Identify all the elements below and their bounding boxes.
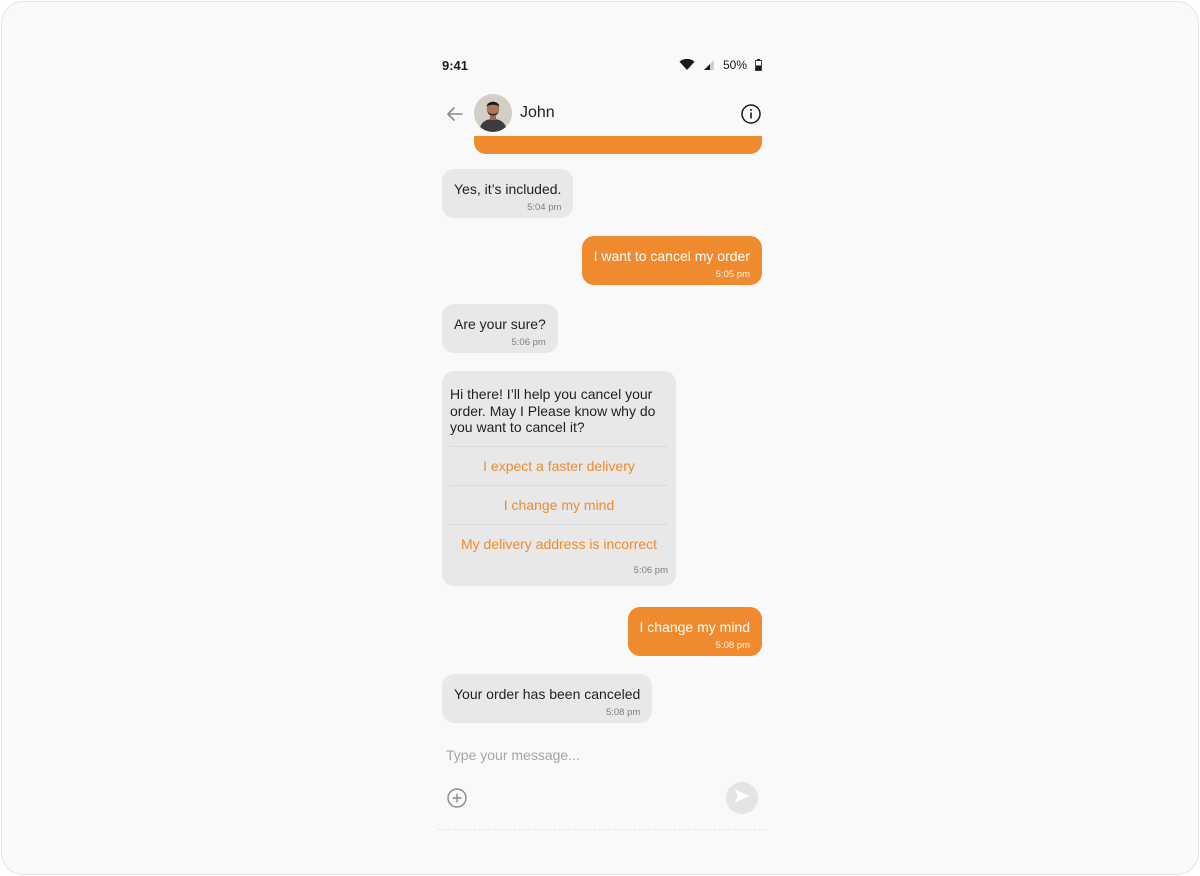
message-input[interactable] xyxy=(442,744,762,766)
message-bubble-outgoing: I change my mind 5:08 pm xyxy=(627,607,762,656)
message-bubble-truncated xyxy=(474,136,762,154)
message-bubble-incoming: Your order has been canceled 5:08 pm xyxy=(442,674,653,723)
status-time: 9:41 xyxy=(442,58,469,73)
device-frame: 9:41 50% John Yes, it’s included. 5:04 p… xyxy=(1,1,1199,875)
battery-level: 50% xyxy=(722,58,747,72)
message-bubble-outgoing: I want to cancel my order 5:05 pm xyxy=(581,236,762,285)
message-text: Hi there! I’ll help you cancel your orde… xyxy=(450,386,656,435)
quick-reply-option[interactable]: I change my mind xyxy=(450,484,668,524)
message-time: 5:08 pm xyxy=(605,706,641,718)
chat-screen: 9:41 50% John Yes, it’s included. 5:04 p… xyxy=(434,46,770,832)
quick-reply-option[interactable]: I expect a faster delivery xyxy=(450,445,668,485)
message-time: 5:08 pm xyxy=(715,639,750,651)
quick-reply-option[interactable]: My delivery address is incorrect xyxy=(450,523,668,563)
message-text: Your order has been canceled xyxy=(454,686,641,702)
message-bubble-incoming: Yes, it’s included. 5:04 pm xyxy=(442,169,574,218)
message-time: 5:05 pm xyxy=(715,268,750,280)
add-circle-icon[interactable] xyxy=(446,787,468,809)
battery-icon xyxy=(755,59,762,71)
message-time: 5:06 pm xyxy=(633,564,668,576)
wifi-icon xyxy=(679,59,695,71)
message-bubble-incoming: Are your sure? 5:06 pm xyxy=(442,304,558,353)
message-bubble-with-options: Hi there! I’ll help you cancel your orde… xyxy=(442,371,676,586)
send-button[interactable] xyxy=(726,782,758,814)
message-list[interactable]: Yes, it’s included. 5:04 pm I want to ca… xyxy=(434,136,770,744)
send-icon xyxy=(733,787,751,810)
chat-header: John xyxy=(434,92,770,136)
signal-icon xyxy=(703,59,715,71)
back-arrow-icon[interactable] xyxy=(444,103,466,125)
message-time: 5:04 pm xyxy=(527,201,562,213)
message-text: I want to cancel my order xyxy=(593,248,750,264)
status-indicators: 50% xyxy=(679,58,762,72)
divider xyxy=(438,829,766,830)
message-text: Yes, it’s included. xyxy=(454,181,562,197)
quick-reply-options: I expect a faster delivery I change my m… xyxy=(450,445,668,563)
status-bar: 9:41 50% xyxy=(442,58,762,76)
info-icon[interactable] xyxy=(740,103,762,125)
avatar[interactable] xyxy=(474,94,512,132)
message-text: I change my mind xyxy=(639,619,751,635)
message-time: 5:06 pm xyxy=(511,336,546,348)
message-text: Are your sure? xyxy=(454,316,546,332)
contact-name[interactable]: John xyxy=(520,104,555,122)
